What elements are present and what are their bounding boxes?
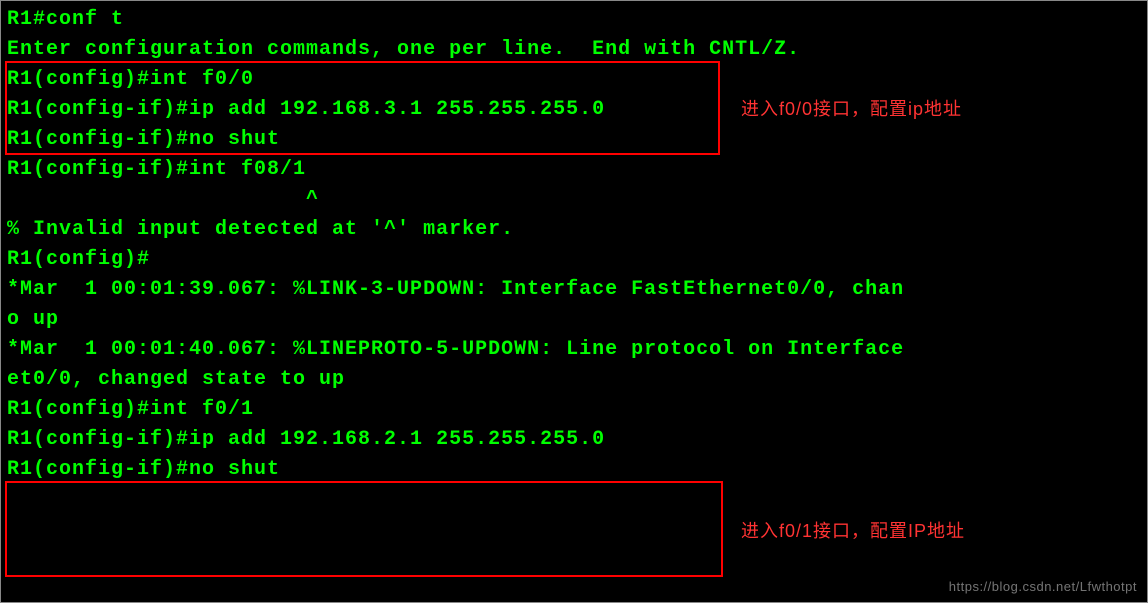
- terminal-line: R1(config-if)#no shut: [7, 455, 1141, 485]
- annotation-2: 进入f0/1接口，配置IP地址: [741, 517, 965, 543]
- terminal-line: R1#conf t: [7, 5, 1141, 35]
- terminal-line: R1(config-if)#ip add 192.168.3.1 255.255…: [7, 95, 1141, 125]
- terminal-line: et0/0, changed state to up: [7, 365, 1141, 395]
- terminal-line: R1(config-if)#ip add 192.168.2.1 255.255…: [7, 425, 1141, 455]
- terminal-output[interactable]: R1#conf t Enter configuration commands, …: [1, 1, 1147, 489]
- terminal-line: R1(config)#int f0/0: [7, 65, 1141, 95]
- terminal-line: *Mar 1 00:01:40.067: %LINEPROTO-5-UPDOWN…: [7, 335, 1141, 365]
- terminal-line: o up: [7, 305, 1141, 335]
- terminal-line: *Mar 1 00:01:39.067: %LINK-3-UPDOWN: Int…: [7, 275, 1141, 305]
- annotation-1: 进入f0/0接口，配置ip地址: [741, 95, 962, 121]
- terminal-line: Enter configuration commands, one per li…: [7, 35, 1141, 65]
- terminal-line: R1(config)#: [7, 245, 1141, 275]
- terminal-line: ^: [7, 185, 1141, 215]
- terminal-line: R1(config)#int f0/1: [7, 395, 1141, 425]
- watermark: https://blog.csdn.net/Lfwthotpt: [949, 579, 1137, 594]
- terminal-line: % Invalid input detected at '^' marker.: [7, 215, 1141, 245]
- terminal-line: R1(config-if)#no shut: [7, 125, 1141, 155]
- terminal-line: R1(config-if)#int f08/1: [7, 155, 1141, 185]
- highlight-box-2: [5, 481, 723, 577]
